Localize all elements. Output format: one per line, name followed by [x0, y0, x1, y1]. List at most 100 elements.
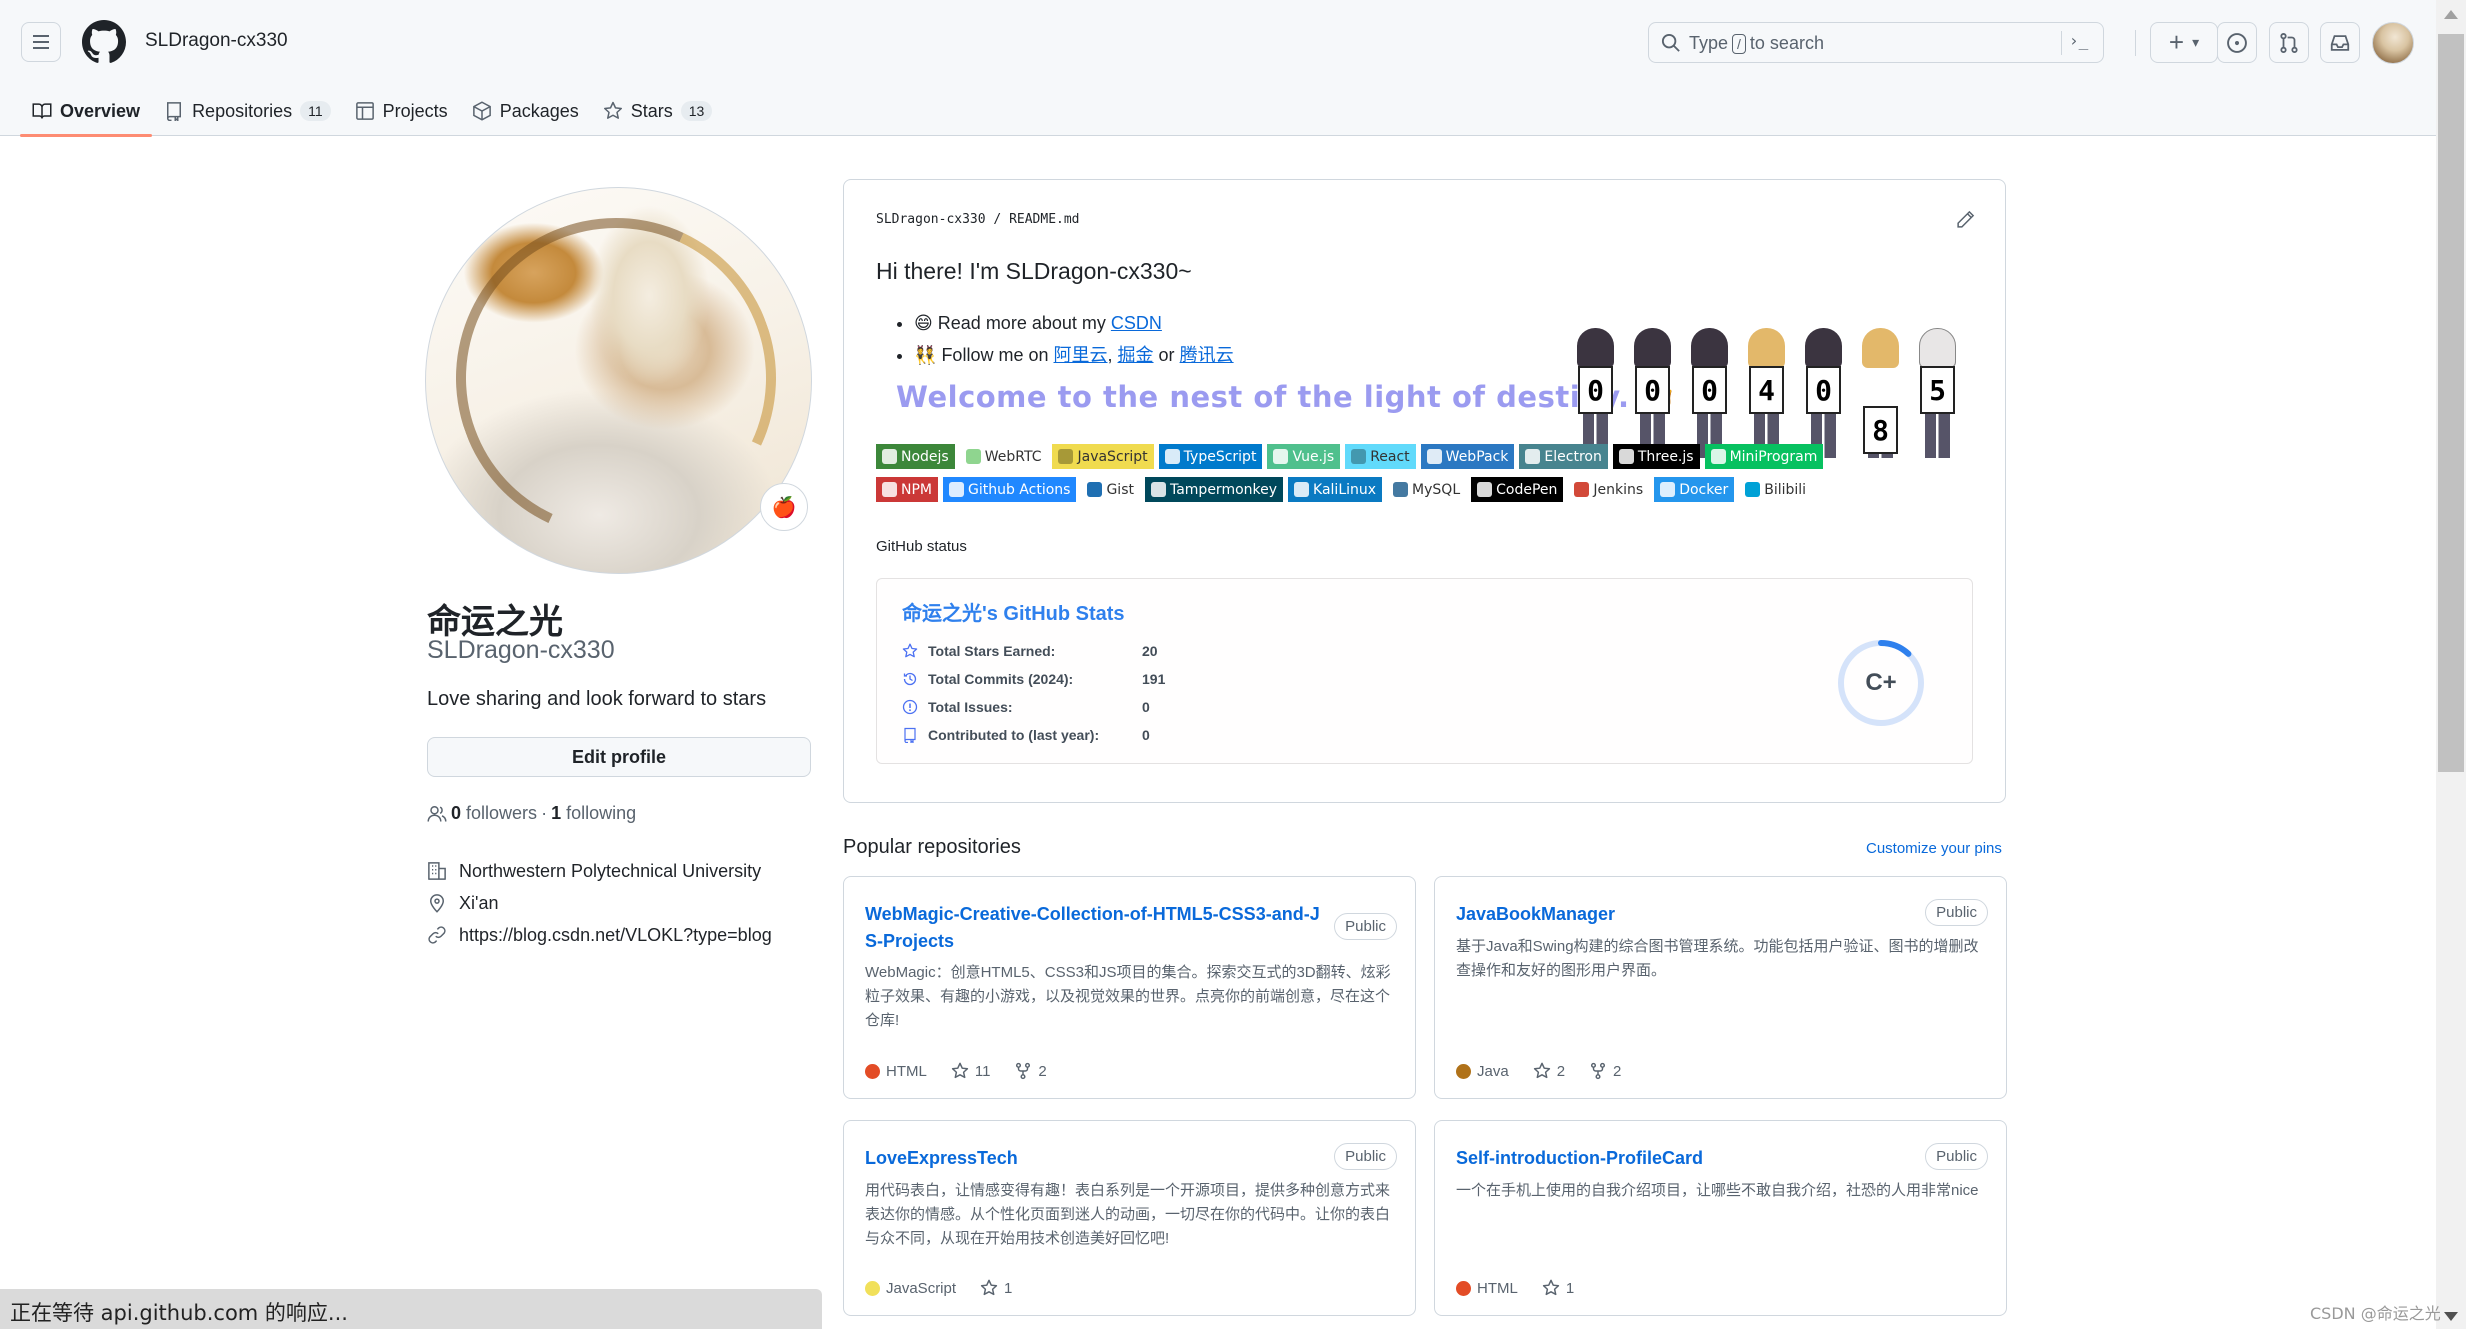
- followers-link[interactable]: 0 followers: [451, 803, 537, 824]
- language-color-dot: [865, 1280, 880, 1296]
- search-placeholder-pre: Type: [1689, 33, 1729, 53]
- status-emoji-button[interactable]: 🍎: [760, 483, 808, 531]
- bilibili-icon: [1745, 482, 1761, 497]
- owner-link[interactable]: SLDragon-cx330: [145, 30, 288, 52]
- search-placeholder: Type / to search: [1689, 33, 1824, 54]
- counter-digit-figure: 0: [1683, 328, 1736, 458]
- repo-name-link[interactable]: JavaBookManager: [1456, 901, 1916, 928]
- repo-forks-link[interactable]: 2: [1589, 1062, 1621, 1080]
- stat-row: Total Issues: 0: [902, 693, 1165, 721]
- juejin-link[interactable]: 掘金: [1118, 345, 1154, 365]
- profile-avatar[interactable]: [425, 187, 812, 574]
- scroll-up-arrow-icon[interactable]: [2444, 10, 2458, 19]
- tab-projects[interactable]: Projects: [343, 86, 460, 136]
- webrtc-icon: [965, 449, 981, 464]
- edit-readme-icon[interactable]: [1955, 210, 1975, 230]
- edit-profile-button[interactable]: Edit profile: [427, 737, 811, 777]
- tencent-cloud-link[interactable]: 腾讯云: [1180, 345, 1234, 365]
- counter-digit-figure: 0: [1569, 328, 1622, 458]
- counter-digit-figure: 0: [1797, 328, 1850, 458]
- readme-heading: Hi there! I'm SLDragon-cx330~: [876, 258, 1192, 284]
- repo-meta: HTML 11 2: [865, 1062, 1047, 1080]
- badge-label: WebRTC: [984, 448, 1042, 465]
- star-icon: [951, 1062, 968, 1079]
- pull-requests-button[interactable]: [2269, 22, 2309, 63]
- avatar-artwork: [426, 188, 811, 573]
- readme-path-owner[interactable]: SLDragon-cx330: [876, 212, 986, 227]
- repo-language: HTML: [1456, 1280, 1518, 1297]
- readme-path-separator: /: [993, 212, 1002, 227]
- github-logo-icon[interactable]: [82, 20, 126, 64]
- profile-details: Northwestern Polytechnical University Xi…: [427, 855, 772, 951]
- user-avatar-menu[interactable]: [2372, 22, 2414, 64]
- website-item: https://blog.csdn.net/VLOKL?type=blog: [427, 919, 772, 951]
- stat-row: Contributed to (last year): 0: [902, 721, 1165, 749]
- issue-icon: [2227, 32, 2247, 53]
- readme-comma: ,: [1107, 345, 1113, 365]
- visibility-badge: Public: [1334, 1143, 1397, 1170]
- repo-language: Java: [1456, 1063, 1509, 1080]
- tech-badge-npm: NPM: [876, 477, 938, 502]
- counter-digit: 5: [1920, 366, 1955, 414]
- star-icon: [980, 1279, 998, 1296]
- repo-description: 基于Java和Swing构建的综合图书管理系统。功能包括用户验证、图书的增删改查…: [1456, 938, 1979, 979]
- tab-stars[interactable]: Stars 13: [591, 86, 725, 136]
- customize-pins-link[interactable]: Customize your pins: [1866, 840, 2002, 857]
- stars-count: 13: [680, 101, 713, 121]
- counter-digit-figure: 4: [1740, 328, 1793, 458]
- tech-badge-bilibili: Bilibili: [1739, 477, 1813, 502]
- repo-stars-link[interactable]: 2: [1533, 1062, 1565, 1080]
- tab-packages[interactable]: Packages: [460, 86, 591, 136]
- badge-label: Docker: [1679, 481, 1729, 498]
- repo-stars-link[interactable]: 11: [951, 1062, 990, 1080]
- tech-badge-javascript: JavaScript: [1052, 444, 1154, 469]
- page-scrollbar[interactable]: [2436, 0, 2466, 1329]
- browser-status-bar: 正在等待 api.github.com 的响应...: [0, 1289, 822, 1329]
- tech-badge-jenkins: Jenkins: [1568, 477, 1650, 502]
- repo-name-link[interactable]: WebMagic-Creative-Collection-of-HTML5-CS…: [865, 901, 1325, 955]
- stats-rows: Total Stars Earned: 20 Total Commits (20…: [902, 637, 1165, 749]
- readme-path: SLDragon-cx330 / README.md: [876, 212, 1080, 227]
- repo-name-link[interactable]: Self-introduction-ProfileCard: [1456, 1145, 1916, 1172]
- scroll-thumb[interactable]: [2438, 34, 2464, 772]
- tab-repositories[interactable]: Repositories 11: [152, 86, 343, 136]
- counter-digit-figure: 5: [1911, 328, 1964, 458]
- electron-icon: [1525, 449, 1541, 464]
- github-actions-icon: [949, 482, 964, 497]
- issues-button[interactable]: [2217, 22, 2257, 63]
- command-palette-icon[interactable]: ›_: [2069, 31, 2099, 55]
- figure-hair: [1862, 328, 1899, 368]
- followers-label: followers: [466, 803, 538, 823]
- tech-badge-codepen: CodePen: [1471, 477, 1564, 502]
- repo-stars-link[interactable]: 1: [1542, 1279, 1574, 1297]
- inbox-button[interactable]: [2320, 22, 2360, 63]
- create-new-button[interactable]: + ▾: [2150, 22, 2218, 63]
- search-input[interactable]: Type / to search ›_: [1648, 22, 2104, 63]
- tech-badges: Nodejs WebRTC JavaScript TypeScript Vue.js Re…: [876, 440, 1986, 506]
- badge-row: NPM Github Actions Gist Tampermonkey KaliLin…: [876, 473, 1986, 506]
- link-icon: [428, 926, 446, 944]
- tech-badge-electron: Electron: [1519, 444, 1608, 469]
- scroll-down-arrow-icon[interactable]: [2444, 1312, 2458, 1321]
- repo-stars-link[interactable]: 1: [980, 1279, 1012, 1297]
- three-js-icon: [1618, 449, 1634, 464]
- figure-hair: [1691, 328, 1728, 368]
- stats-title-suffix: 's GitHub Stats: [982, 603, 1125, 625]
- aliyun-link[interactable]: 阿里云: [1054, 345, 1108, 365]
- readme-path-file[interactable]: README.md: [1009, 212, 1079, 227]
- figure-hair: [1919, 328, 1956, 368]
- organization-item: Northwestern Polytechnical University: [427, 855, 772, 887]
- repo-name-link[interactable]: LoveExpressTech: [865, 1145, 1325, 1172]
- repo-forks-link[interactable]: 2: [1014, 1062, 1047, 1080]
- csdn-link[interactable]: CSDN: [1111, 313, 1162, 333]
- menu-button[interactable]: [21, 22, 61, 62]
- rank-circle: C+: [1835, 637, 1927, 729]
- website-link[interactable]: https://blog.csdn.net/VLOKL?type=blog: [459, 925, 772, 946]
- language-color-dot: [865, 1063, 880, 1079]
- repo-description: WebMagic：创意HTML5、CSS3和JS项目的集合。探索交互式的3D翻转…: [865, 964, 1391, 1029]
- webpack-icon: [1426, 449, 1442, 464]
- tech-badge-gist: Gist: [1081, 477, 1140, 502]
- tab-overview[interactable]: Overview: [20, 86, 153, 137]
- following-link[interactable]: 1 following: [551, 803, 636, 824]
- tech-badge-three-js: Three.js: [1612, 444, 1700, 469]
